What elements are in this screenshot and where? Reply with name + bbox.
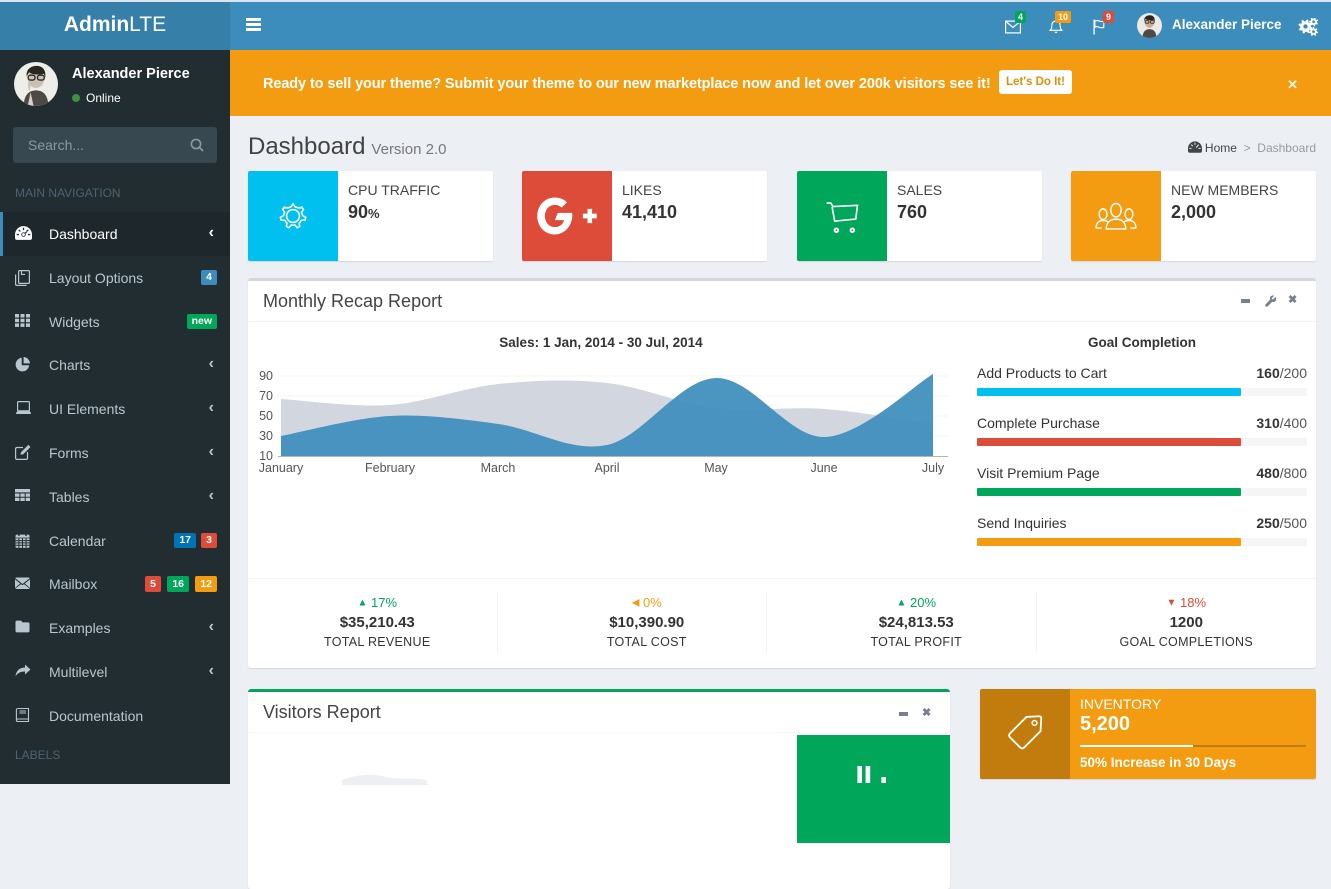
svg-text:May: May [704,461,728,475]
svg-text:March: March [481,461,516,475]
svg-text:July: July [922,461,945,475]
svg-text:90: 90 [259,369,273,383]
svg-text:30: 30 [259,429,273,443]
svg-text:June: June [810,461,837,475]
svg-text:February: February [365,461,416,475]
svg-text:70: 70 [259,389,273,403]
svg-text:April: April [594,461,619,475]
svg-text:January: January [259,461,304,475]
svg-text:50: 50 [259,409,273,423]
